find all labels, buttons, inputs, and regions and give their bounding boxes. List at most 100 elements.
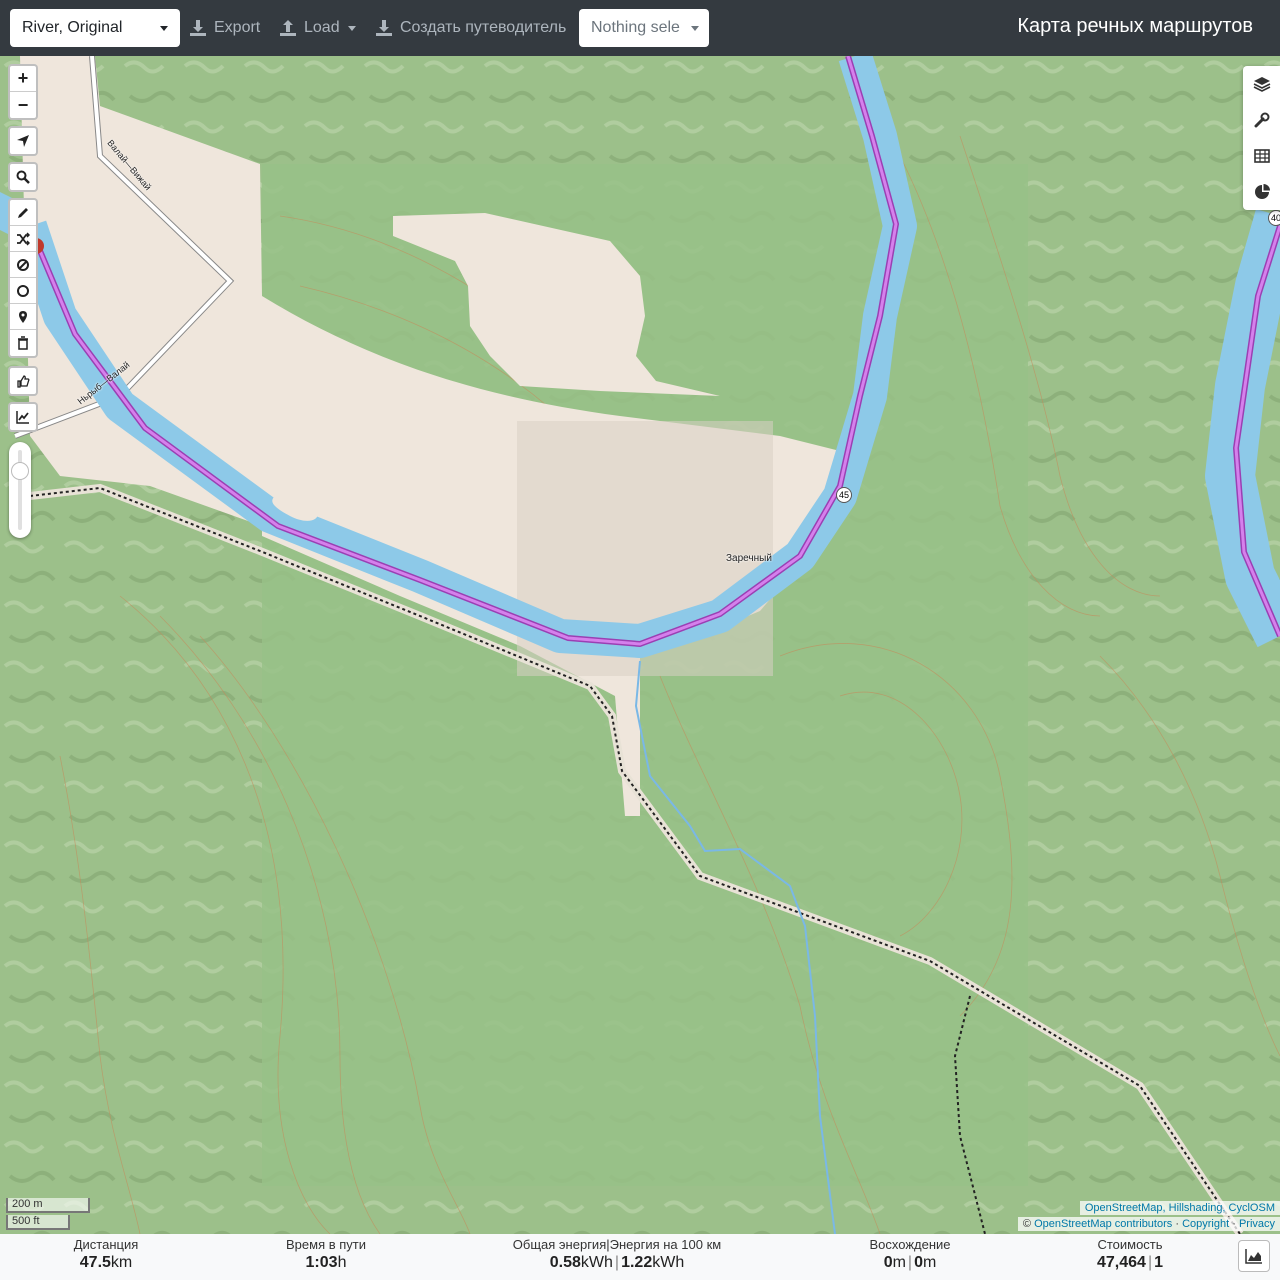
- download-icon: [190, 20, 206, 36]
- load-label: Load: [304, 19, 340, 36]
- trash-icon: [18, 336, 28, 350]
- top-toolbar: River, Original Export Load Создать путе…: [0, 0, 1280, 56]
- export-button[interactable]: Export: [188, 9, 260, 47]
- chevron-down-icon: [160, 25, 168, 31]
- draw-icon: [18, 207, 28, 218]
- pie-chart-icon: [1254, 184, 1270, 199]
- route-stats-bar: Дистанция 47.5km Время в пути 1:03h Обща…: [0, 1234, 1280, 1280]
- no-go-area-button[interactable]: [10, 252, 36, 278]
- locate-control: [8, 126, 38, 156]
- block-icon: [17, 258, 29, 271]
- privacy-link[interactable]: Privacy: [1239, 1218, 1275, 1230]
- search-button[interactable]: [10, 164, 36, 190]
- zoom-out-button[interactable]: −: [10, 92, 36, 118]
- circle-button[interactable]: [10, 278, 36, 304]
- table-icon: [1253, 149, 1270, 163]
- chevron-down-icon: [691, 25, 699, 31]
- distance-value: 47.5: [79, 1254, 111, 1271]
- ascent-down-value: 0: [914, 1254, 923, 1271]
- copyright-symbol: ©: [1022, 1218, 1032, 1230]
- energy-total-unit: kWh: [580, 1254, 613, 1271]
- waypoint-button[interactable]: [10, 304, 36, 330]
- ascent-label: Восхождение: [869, 1237, 951, 1252]
- load-button[interactable]: Load: [278, 9, 356, 47]
- elevation-chart-icon: [16, 411, 29, 424]
- search-control: [8, 162, 38, 192]
- osm-contributors-link[interactable]: OpenStreetMap contributors: [1034, 1218, 1172, 1230]
- table-button[interactable]: [1243, 138, 1280, 174]
- scale-metric: 200 m: [6, 1198, 90, 1213]
- attribution-osm: © OpenStreetMap contributors · Copyright…: [1017, 1217, 1280, 1231]
- settings-button[interactable]: [1243, 102, 1280, 138]
- attribution-separator: ·: [1175, 1218, 1179, 1230]
- download-icon: [376, 20, 392, 36]
- time-value: 1:03: [305, 1254, 338, 1271]
- circle-icon: [17, 284, 29, 297]
- ascent-up-unit: m: [892, 1254, 906, 1271]
- search-icon: [16, 170, 30, 184]
- stat-energy: Общая энергия|Энергия на 100 км 0.58kWh |…: [507, 1237, 727, 1272]
- stat-ascent: Восхождение 0m | 0m: [860, 1237, 960, 1272]
- ascent-up-value: 0: [883, 1254, 893, 1271]
- opacity-slider[interactable]: [9, 442, 31, 538]
- distance-unit: km: [110, 1254, 133, 1271]
- wrench-icon: [1254, 112, 1269, 128]
- elevation-profile-button[interactable]: [1238, 1240, 1270, 1272]
- waypoint-icon: [19, 310, 27, 323]
- reverse-route-button[interactable]: [10, 226, 36, 252]
- scale-imperial: 500 ft: [6, 1215, 70, 1230]
- route-select[interactable]: Nothing sele: [579, 9, 709, 47]
- stat-time: Время в пути 1:03h: [276, 1237, 376, 1272]
- app-title: Карта речных маршрутов: [1017, 15, 1253, 37]
- village-label: Заречный: [726, 553, 772, 564]
- distance-label: Дистанция: [73, 1237, 139, 1252]
- map-canvas[interactable]: [0, 56, 1280, 1234]
- delete-route-button[interactable]: [10, 330, 36, 356]
- right-control-panel: [1243, 66, 1280, 210]
- upload-icon: [280, 20, 296, 36]
- attribution-layers-link[interactable]: OpenStreetMap, Hillshading, CyclOSM: [1085, 1202, 1275, 1214]
- routing-profile-select[interactable]: River, Original: [10, 9, 180, 47]
- energy-label: Общая энергия|Энергия на 100 км: [512, 1237, 722, 1252]
- cost-secondary: 1: [1154, 1254, 1163, 1271]
- statistics-button[interactable]: [1243, 174, 1280, 210]
- route-select-placeholder: Nothing sele: [591, 19, 680, 36]
- attribution-separator: ·: [1232, 1218, 1236, 1230]
- export-label: Export: [214, 19, 261, 36]
- attribution-layers: OpenStreetMap, Hillshading, CyclOSM: [1079, 1201, 1280, 1215]
- time-unit: h: [337, 1254, 347, 1271]
- copyright-link[interactable]: Copyright: [1182, 1218, 1229, 1230]
- feedback-control: [8, 366, 38, 396]
- area-chart-icon: [1245, 1249, 1262, 1264]
- draw-button[interactable]: [10, 200, 36, 226]
- zoom-in-button[interactable]: +: [10, 66, 36, 92]
- stat-cost: Стоимость 47,464 | 1: [1080, 1237, 1180, 1272]
- energy-per100-unit: kWh: [652, 1254, 685, 1271]
- energy-per100-value: 1.22: [621, 1254, 653, 1271]
- zoom-control: + −: [8, 64, 38, 120]
- road-shield-edge: 40: [1268, 210, 1280, 226]
- stat-distance: Дистанция 47.5km: [56, 1237, 156, 1272]
- locate-icon: [17, 135, 29, 147]
- shuffle-icon: [17, 231, 30, 246]
- locate-button[interactable]: [10, 128, 36, 154]
- elevation-button[interactable]: [10, 404, 36, 430]
- layers-icon: [1253, 77, 1270, 92]
- slider-handle[interactable]: [11, 462, 29, 481]
- map-view[interactable]: Заречный 45 40 Валай—Вижай Ньрыб—Валай +…: [0, 56, 1280, 1234]
- layers-button[interactable]: [1243, 66, 1280, 102]
- drawing-toolbar: [8, 198, 38, 358]
- road-shield: 45: [836, 487, 852, 503]
- ascent-down-unit: m: [922, 1254, 937, 1271]
- routing-profile-value: River, Original: [22, 19, 123, 36]
- cost-value: 47,464: [1097, 1254, 1146, 1271]
- create-guide-label: Создать путеводитель: [400, 19, 567, 36]
- time-label: Время в пути: [286, 1237, 366, 1252]
- feedback-button[interactable]: [10, 368, 36, 394]
- chevron-down-icon: [347, 25, 356, 31]
- cost-label: Стоимость: [1097, 1237, 1163, 1252]
- energy-total-value: 0.58: [549, 1254, 581, 1271]
- elevation-control: [8, 402, 38, 432]
- thumb-icon: [17, 375, 30, 388]
- create-guide-button[interactable]: Создать путеводитель: [374, 9, 566, 47]
